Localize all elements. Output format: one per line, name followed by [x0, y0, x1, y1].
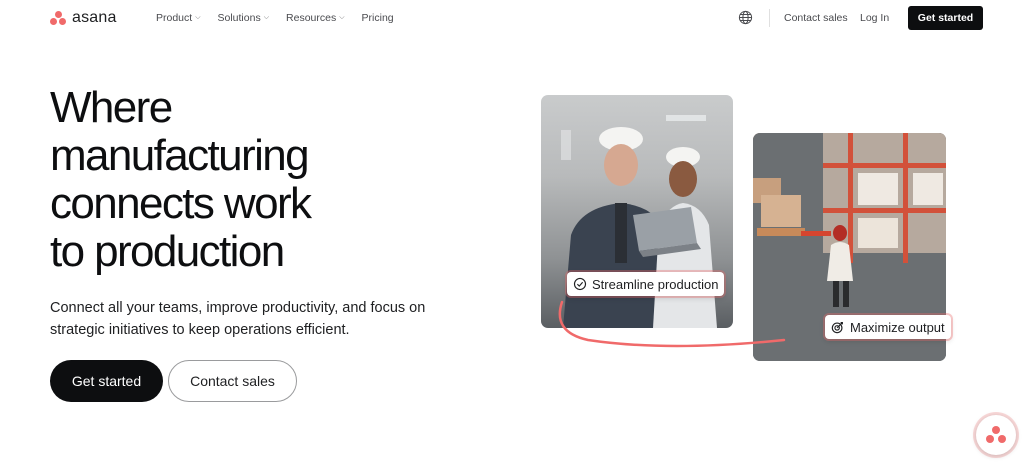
chat-launcher-button[interactable] — [976, 415, 1016, 455]
nav-solutions[interactable]: Solutions ⌵ — [218, 12, 270, 24]
tag-label: Streamline production — [592, 276, 719, 292]
nav-product[interactable]: Product ⌵ — [156, 12, 201, 24]
chevron-down-icon: ⌵ — [195, 14, 201, 21]
nav-links: Product ⌵ Solutions ⌵ Resources ⌵ Pricin… — [156, 12, 394, 24]
chevron-down-icon: ⌵ — [339, 14, 345, 21]
target-icon — [831, 322, 843, 334]
check-circle-icon — [573, 277, 587, 291]
nav-product-label: Product — [156, 12, 193, 24]
nav-pricing-label: Pricing — [361, 12, 394, 24]
contact-sales-button[interactable]: Contact sales — [168, 360, 297, 402]
get-started-button[interactable]: Get started — [50, 360, 163, 402]
top-nav: asana Product ⌵ Solutions ⌵ Resources ⌵ … — [0, 0, 1024, 36]
streamline-production-tag: Streamline production — [567, 272, 725, 296]
headline-line: to production — [50, 227, 285, 276]
asana-logo[interactable]: asana — [50, 9, 117, 27]
asana-logo-icon — [986, 426, 1006, 444]
hero-subtext: Connect all your teams, improve producti… — [50, 300, 426, 338]
nav-resources-label: Resources — [286, 12, 337, 24]
tag-label: Maximize output — [850, 319, 945, 335]
nav-solutions-label: Solutions — [217, 12, 261, 24]
login-link[interactable]: Log In — [860, 12, 889, 24]
logo-text: asana — [72, 9, 117, 26]
headline-line: connects work — [50, 179, 312, 228]
maximize-output-tag: Maximize output — [825, 315, 951, 339]
headline-line: Where — [50, 83, 173, 132]
nav-divider — [769, 9, 770, 27]
headline-line: manufacturing — [50, 131, 310, 180]
nav-pricing[interactable]: Pricing — [362, 12, 394, 24]
hero-headline: Where manufacturing connects work to pro… — [50, 84, 380, 276]
nav-resources[interactable]: Resources ⌵ — [286, 12, 345, 24]
connector-line — [558, 300, 786, 348]
globe-icon[interactable] — [738, 10, 753, 25]
chevron-down-icon: ⌵ — [263, 14, 270, 21]
asana-logo-icon — [50, 11, 66, 25]
contact-sales-link[interactable]: Contact sales — [784, 12, 848, 24]
nav-get-started-button[interactable]: Get started — [908, 6, 983, 30]
